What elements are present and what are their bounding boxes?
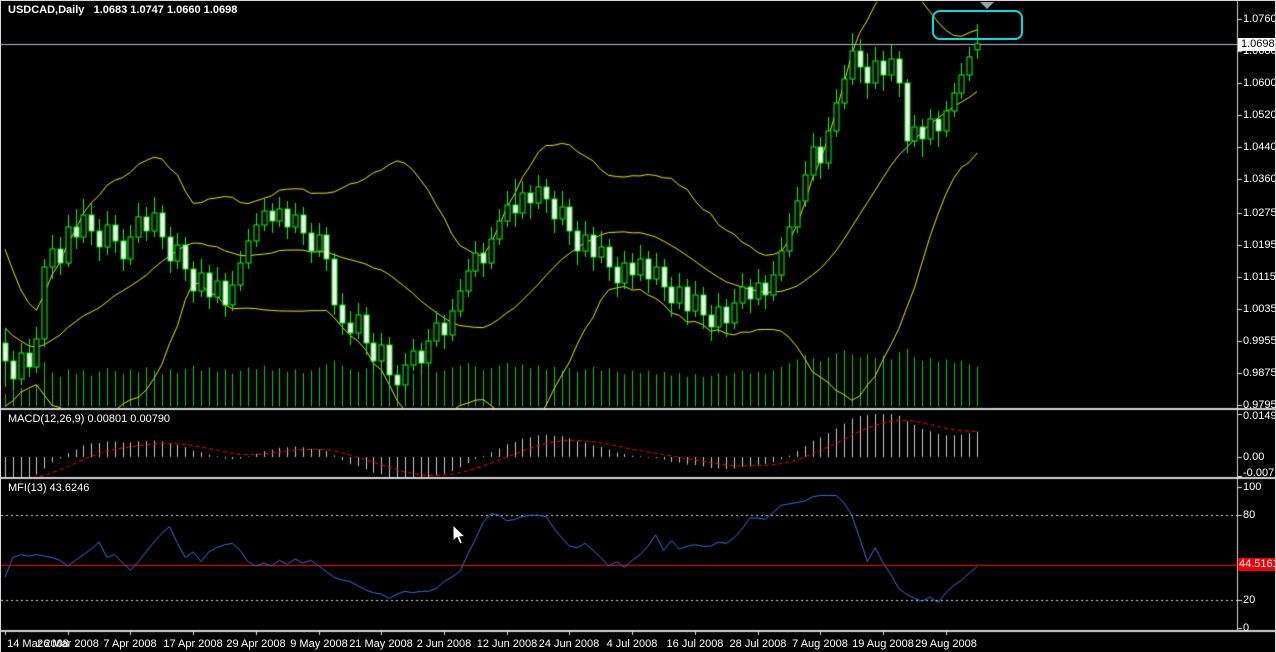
date-label: 12 Jun 2008 bbox=[476, 638, 538, 650]
date-label: 24 Jun 2008 bbox=[538, 638, 600, 650]
date-label: 7 Aug 2008 bbox=[792, 638, 848, 650]
price-tick-label: 1.0115 bbox=[1243, 271, 1276, 283]
mfi-tick-label: 20 bbox=[1243, 594, 1256, 606]
price-tick-label: 1.0520 bbox=[1243, 109, 1276, 121]
date-label: 4 Jul 2008 bbox=[606, 638, 658, 650]
price-tick-label: 1.0360 bbox=[1243, 173, 1276, 185]
price-tick-label: 1.0195 bbox=[1243, 239, 1276, 251]
price-tick-label: 1.0035 bbox=[1243, 303, 1276, 315]
macd-tick-label: 0.01497 bbox=[1243, 410, 1275, 422]
price-tick-label: 1.0275 bbox=[1243, 207, 1276, 219]
drawn-rectangle-object[interactable] bbox=[932, 10, 1023, 40]
date-label: 28 Jul 2008 bbox=[729, 638, 787, 650]
date-label: 7 Apr 2008 bbox=[103, 638, 157, 650]
chart-window: USDCAD,Daily 1.0683 1.0747 1.0660 1.0698… bbox=[0, 0, 1276, 652]
macd-tick-label: 0.00 bbox=[1243, 451, 1265, 463]
current-price-badge: 1.0698 bbox=[1238, 38, 1275, 51]
price-tick-label: 1.0600 bbox=[1243, 77, 1276, 89]
mouse-cursor-icon bbox=[452, 524, 467, 545]
date-label: 17 Apr 2008 bbox=[163, 638, 223, 650]
date-label: 26 Mar 2008 bbox=[37, 638, 99, 650]
mfi-tick-label: 80 bbox=[1243, 509, 1256, 521]
price-tick-label: 0.9875 bbox=[1243, 367, 1276, 379]
price-tick-label: 1.0760 bbox=[1243, 13, 1276, 25]
mfi-tick-label: 0 bbox=[1243, 622, 1250, 634]
macd-indicator-label: MACD(12,26,9) 0.00801 0.00790 bbox=[8, 413, 171, 425]
price-tick-label: 0.9955 bbox=[1243, 335, 1276, 347]
date-label: 9 May 2008 bbox=[290, 638, 348, 650]
chart-canvas[interactable] bbox=[1, 1, 1275, 652]
mfi-level-badge: 44.5161 bbox=[1238, 558, 1276, 571]
macd-tick-label: -0.00714 bbox=[1243, 467, 1275, 479]
date-label: 29 Aug 2008 bbox=[915, 638, 977, 650]
chart-shift-marker-icon bbox=[980, 2, 994, 9]
mfi-tick-label: 100 bbox=[1243, 481, 1262, 493]
mfi-indicator-label: MFI(13) 43.6246 bbox=[8, 482, 90, 494]
date-label: 29 Apr 2008 bbox=[226, 638, 286, 650]
date-label: 21 May 2008 bbox=[349, 638, 413, 650]
date-label: 16 Jul 2008 bbox=[666, 638, 724, 650]
price-tick-label: 1.0440 bbox=[1243, 141, 1276, 153]
date-label: 19 Aug 2008 bbox=[852, 638, 914, 650]
date-label: 2 Jun 2008 bbox=[416, 638, 472, 650]
chart-title-ohlc: USDCAD,Daily 1.0683 1.0747 1.0660 1.0698 bbox=[8, 4, 238, 16]
